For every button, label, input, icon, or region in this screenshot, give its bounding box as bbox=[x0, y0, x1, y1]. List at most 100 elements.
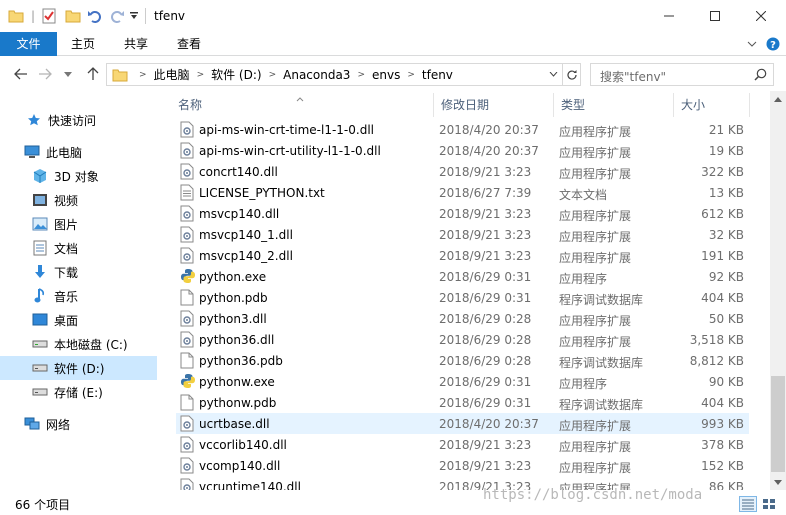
breadcrumb-envs[interactable]: envs bbox=[370, 68, 402, 82]
tab-home[interactable]: 主页 bbox=[57, 32, 109, 56]
tab-view[interactable]: 查看 bbox=[163, 32, 215, 56]
vertical-scrollbar[interactable] bbox=[770, 91, 786, 490]
document-icon bbox=[32, 240, 48, 256]
column-separator[interactable] bbox=[749, 93, 750, 117]
expand-ribbon-icon[interactable] bbox=[744, 36, 760, 52]
file-size: 21 KB bbox=[708, 123, 744, 137]
file-size: 8,812 KB bbox=[689, 354, 744, 368]
chevron-down-icon bbox=[64, 71, 72, 77]
dll-file-icon bbox=[180, 121, 194, 138]
tab-share[interactable]: 共享 bbox=[109, 32, 163, 56]
help-icon[interactable]: ? bbox=[765, 36, 781, 52]
search-input[interactable]: 搜索"tfenv" bbox=[600, 68, 666, 85]
file-row[interactable]: ucrtbase.dll 2018/4/20 20:37 应用程序扩展 993 KB bbox=[176, 413, 749, 434]
nav-drive-d[interactable]: 软件 (D:) bbox=[0, 356, 157, 380]
file-size: 612 KB bbox=[701, 207, 744, 221]
large-icons-view-button[interactable] bbox=[760, 496, 778, 512]
nav-music[interactable]: 音乐 bbox=[0, 284, 157, 308]
search-icon[interactable] bbox=[754, 68, 767, 84]
address-dropdown-button[interactable] bbox=[544, 64, 562, 85]
file-date: 2018/6/29 0:28 bbox=[439, 333, 532, 347]
drive-icon bbox=[32, 360, 48, 376]
maximize-button[interactable] bbox=[692, 0, 738, 32]
nav-downloads[interactable]: 下载 bbox=[0, 260, 157, 284]
nav-label: 桌面 bbox=[54, 313, 79, 328]
undo-icon[interactable] bbox=[86, 7, 104, 25]
nav-desktop[interactable]: 桌面 bbox=[0, 308, 157, 332]
nav-label: 3D 对象 bbox=[54, 169, 99, 184]
scroll-down-button[interactable] bbox=[770, 474, 786, 490]
tab-file[interactable]: 文件 bbox=[0, 32, 57, 56]
breadcrumb-separator[interactable]: > bbox=[402, 70, 420, 80]
file-row[interactable]: python3.dll 2018/6/29 0:28 应用程序扩展 50 KB bbox=[176, 308, 749, 329]
breadcrumb-separator[interactable]: > bbox=[192, 70, 210, 80]
file-size: 322 KB bbox=[701, 165, 744, 179]
properties-icon[interactable] bbox=[40, 7, 58, 25]
nav-3d-objects[interactable]: 3D 对象 bbox=[0, 164, 157, 188]
breadcrumb-drive-d[interactable]: 软件 (D:) bbox=[209, 66, 263, 83]
customize-toolbar-icon[interactable] bbox=[128, 7, 140, 25]
minimize-button[interactable] bbox=[646, 0, 692, 32]
breadcrumb-anaconda3[interactable]: Anaconda3 bbox=[281, 68, 352, 82]
column-header-size[interactable]: 大小 bbox=[673, 91, 749, 118]
nav-drive-c[interactable]: 本地磁盘 (C:) bbox=[0, 332, 157, 356]
column-header-type[interactable]: 类型 bbox=[553, 91, 673, 118]
recent-locations-button[interactable] bbox=[60, 64, 76, 84]
forward-button[interactable] bbox=[34, 64, 56, 84]
text-file-icon bbox=[180, 184, 194, 201]
file-row[interactable]: LICENSE_PYTHON.txt 2018/6/27 7:39 文本文档 13 K… bbox=[176, 182, 749, 203]
nav-quick-access[interactable]: 快速访问 bbox=[0, 108, 157, 132]
up-button[interactable] bbox=[82, 64, 104, 84]
item-count: 66 个项目 bbox=[15, 498, 71, 512]
file-row[interactable]: python.pdb 2018/6/29 0:31 程序调试数据库 404 KB bbox=[176, 287, 749, 308]
search-box[interactable]: 搜索"tfenv" bbox=[590, 63, 774, 86]
nav-pictures[interactable]: 图片 bbox=[0, 212, 157, 236]
nav-documents[interactable]: 文档 bbox=[0, 236, 157, 260]
scrollbar-thumb[interactable] bbox=[771, 376, 785, 472]
breadcrumb-this-pc[interactable]: 此电脑 bbox=[152, 66, 192, 83]
details-view-button[interactable] bbox=[739, 496, 757, 512]
file-row[interactable]: concrt140.dll 2018/9/21 3:23 应用程序扩展 322 KB bbox=[176, 161, 749, 182]
star-icon bbox=[26, 112, 42, 128]
breadcrumb-tfenv[interactable]: tfenv bbox=[420, 68, 455, 82]
file-row[interactable]: python.exe 2018/6/29 0:31 应用程序 92 KB bbox=[176, 266, 749, 287]
close-button[interactable] bbox=[738, 0, 784, 32]
file-row[interactable]: python36.dll 2018/6/29 0:28 应用程序扩展 3,518 KB bbox=[176, 329, 749, 350]
file-row[interactable]: pythonw.exe 2018/6/29 0:31 应用程序 90 KB bbox=[176, 371, 749, 392]
refresh-button[interactable] bbox=[562, 64, 580, 85]
file-type: 应用程序扩展 bbox=[559, 440, 632, 454]
file-name: msvcp140_2.dll bbox=[199, 249, 293, 263]
nav-network[interactable]: 网络 bbox=[0, 412, 157, 436]
file-date: 2018/6/29 0:28 bbox=[439, 354, 532, 368]
column-header-date[interactable]: 修改日期 bbox=[433, 91, 553, 118]
file-row[interactable]: msvcp140.dll 2018/9/21 3:23 应用程序扩展 612 KB bbox=[176, 203, 749, 224]
file-row[interactable]: api-ms-win-crt-utility-l1-1-0.dll 2018/4/… bbox=[176, 140, 749, 161]
file-row[interactable]: api-ms-win-crt-time-l1-1-0.dll 2018/4/20 … bbox=[176, 119, 749, 140]
chevron-down-icon bbox=[774, 479, 782, 485]
file-row[interactable]: vcomp140.dll 2018/9/21 3:23 应用程序扩展 152 KB bbox=[176, 455, 749, 476]
nav-label: 软件 (D:) bbox=[54, 361, 105, 376]
file-row[interactable]: msvcp140_1.dll 2018/9/21 3:23 应用程序扩展 32 KB bbox=[176, 224, 749, 245]
back-button[interactable] bbox=[10, 64, 32, 84]
file-row[interactable]: msvcp140_2.dll 2018/9/21 3:23 应用程序扩展 191 KB bbox=[176, 245, 749, 266]
file-size: 86 KB bbox=[708, 480, 744, 490]
breadcrumb-separator[interactable]: > bbox=[264, 70, 282, 80]
desktop-icon bbox=[32, 312, 48, 328]
nav-label: 音乐 bbox=[54, 289, 79, 304]
nav-drive-e[interactable]: 存储 (E:) bbox=[0, 380, 157, 404]
file-row[interactable]: pythonw.pdb 2018/6/29 0:31 程序调试数据库 404 KB bbox=[176, 392, 749, 413]
file-type: 应用程序扩展 bbox=[559, 419, 632, 433]
new-folder-icon[interactable] bbox=[64, 7, 82, 25]
file-row[interactable]: vccorlib140.dll 2018/9/21 3:23 应用程序扩展 378 K… bbox=[176, 434, 749, 455]
nav-this-pc[interactable]: 此电脑 bbox=[0, 140, 157, 164]
file-name: LICENSE_PYTHON.txt bbox=[199, 186, 325, 200]
address-bar[interactable]: > 此电脑 > 软件 (D:) > Anaconda3 > envs > tfe… bbox=[106, 63, 581, 86]
python-icon bbox=[180, 373, 195, 390]
file-size: 90 KB bbox=[708, 375, 744, 389]
dll-file-icon bbox=[180, 478, 194, 490]
breadcrumb-separator[interactable]: > bbox=[352, 70, 370, 80]
nav-videos[interactable]: 视频 bbox=[0, 188, 157, 212]
file-row[interactable]: python36.pdb 2018/6/29 0:28 程序调试数据库 8,812 K… bbox=[176, 350, 749, 371]
scroll-up-button[interactable] bbox=[770, 91, 786, 107]
redo-icon[interactable] bbox=[108, 7, 126, 25]
